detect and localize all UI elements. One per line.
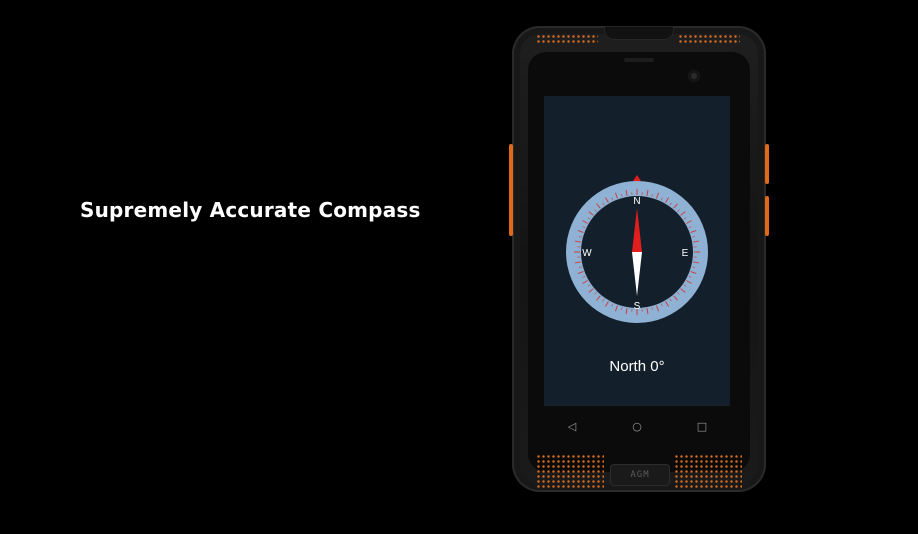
cardinal-east: E	[682, 248, 689, 259]
compass-svg: N E S W	[566, 175, 708, 323]
compass-dial: N E S W	[557, 172, 717, 336]
android-nav-bar: ◁ ○ □	[544, 414, 730, 438]
cardinal-south: S	[634, 301, 641, 312]
top-right-speaker-grille	[678, 34, 740, 44]
phone-screen: N E S W North 0°	[544, 96, 730, 406]
bottom-left-speaker-grille	[536, 454, 604, 488]
phone-device: N E S W North 0° ◁ ○ □ AGM	[509, 26, 769, 492]
left-side-button[interactable]	[509, 144, 513, 236]
earpiece	[624, 58, 654, 62]
back-icon[interactable]: ◁	[560, 414, 584, 438]
brand-plate: AGM	[610, 464, 670, 486]
brand-logo: AGM	[630, 470, 650, 480]
bottom-right-speaker-grille	[674, 454, 742, 488]
phone-top-bumper	[604, 26, 674, 40]
front-camera	[688, 70, 700, 82]
cardinal-west: W	[582, 248, 592, 259]
north-marker-icon	[633, 175, 641, 181]
headline: Supremely Accurate Compass	[80, 198, 421, 222]
recents-icon[interactable]: □	[690, 414, 714, 438]
home-icon[interactable]: ○	[625, 414, 649, 438]
top-left-speaker-grille	[536, 34, 598, 44]
right-volume-button[interactable]	[765, 144, 769, 184]
right-power-button[interactable]	[765, 196, 769, 236]
cardinal-north: N	[633, 196, 640, 207]
compass-heading-readout: North 0°	[609, 358, 665, 375]
